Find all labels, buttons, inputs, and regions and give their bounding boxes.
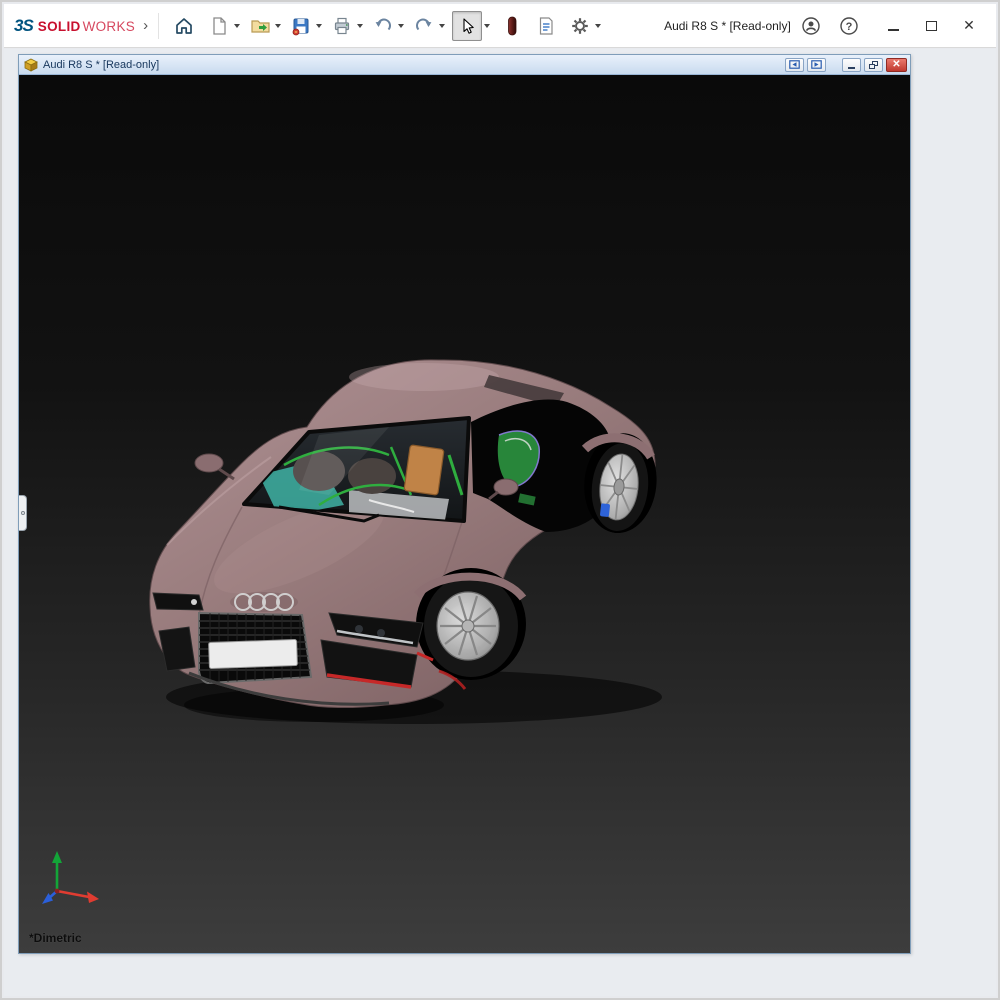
svg-text:?: ?	[846, 21, 853, 33]
doc-close-button[interactable]: ✕	[886, 58, 907, 72]
redo-icon	[414, 16, 434, 36]
doc-restore-icon	[869, 61, 878, 69]
open-folder-icon	[250, 16, 271, 36]
maximize-button[interactable]	[920, 15, 942, 37]
print-icon	[332, 16, 352, 36]
document-properties-icon	[536, 16, 556, 36]
undo-icon	[373, 16, 393, 36]
save-icon	[291, 16, 311, 36]
undo-dropdown-icon[interactable]	[398, 24, 404, 28]
mdi-client-area: Audi R8 S * [Read-only]	[4, 49, 996, 996]
user-account-icon	[801, 16, 821, 36]
options-dropdown-icon[interactable]	[595, 24, 601, 28]
redo-button[interactable]	[411, 13, 437, 39]
save-dropdown-icon[interactable]	[316, 24, 322, 28]
menu-expand-arrow[interactable]: ›	[143, 17, 148, 34]
open-dropdown-icon[interactable]	[275, 24, 281, 28]
collapse-tab-icon	[21, 511, 25, 515]
panel-collapse-tab[interactable]	[19, 495, 27, 531]
capsule-tool-button[interactable]	[499, 13, 525, 39]
minimize-button[interactable]	[882, 15, 904, 37]
document-window: Audi R8 S * [Read-only]	[18, 54, 911, 954]
home-icon	[174, 16, 194, 36]
redo-dropdown-icon[interactable]	[439, 24, 445, 28]
pane-previous-icon	[789, 60, 800, 69]
part-document-icon	[24, 58, 38, 72]
print-button[interactable]	[329, 13, 355, 39]
undo-button[interactable]	[370, 13, 396, 39]
options-gear-icon	[570, 16, 590, 36]
solidworks-logo: 3S SOLIDWORKS	[14, 16, 135, 36]
doc-minimize-button[interactable]	[842, 58, 861, 72]
doc-close-icon: ✕	[892, 59, 900, 70]
pane-next-icon	[811, 60, 822, 69]
window-controls: ? ✕	[800, 15, 980, 37]
help-icon: ?	[839, 16, 859, 36]
home-button[interactable]	[171, 13, 197, 39]
document-titlebar[interactable]: Audi R8 S * [Read-only]	[19, 55, 910, 75]
triad-y-arrow	[52, 851, 62, 863]
brand-works-text: WORKS	[83, 19, 136, 34]
pane-previous-button[interactable]	[785, 58, 804, 72]
maximize-icon	[926, 21, 937, 31]
triad-origin	[55, 889, 60, 894]
new-document-button[interactable]	[206, 13, 232, 39]
close-button[interactable]: ✕	[958, 15, 980, 37]
viewport-3d[interactable]: *Dimetric	[19, 75, 910, 953]
options-button[interactable]	[567, 13, 593, 39]
triad-x-arrow	[87, 892, 99, 904]
user-account-button[interactable]	[800, 15, 822, 37]
new-document-dropdown-icon[interactable]	[234, 24, 240, 28]
document-window-controls: ✕	[785, 58, 907, 72]
select-cursor-icon	[458, 17, 476, 35]
dassault-3ds-logo-icon: 3S	[14, 16, 33, 36]
orientation-triad[interactable]	[35, 843, 115, 919]
main-toolbar: 3S SOLIDWORKS ›	[4, 4, 996, 48]
brand-solid-text: SOLID	[38, 19, 81, 34]
select-tool-button[interactable]	[452, 11, 482, 41]
triad-x-axis[interactable]	[57, 891, 89, 897]
view-orientation-label: *Dimetric	[29, 931, 82, 945]
capsule-icon	[502, 15, 522, 37]
toolbar-separator	[158, 13, 159, 39]
doc-minimize-icon	[848, 67, 855, 69]
select-dropdown-icon[interactable]	[484, 24, 490, 28]
help-button[interactable]: ?	[838, 15, 860, 37]
document-properties-button[interactable]	[533, 13, 559, 39]
pane-next-button[interactable]	[807, 58, 826, 72]
window-title: Audi R8 S * [Read-only]	[664, 19, 791, 33]
new-document-icon	[209, 16, 229, 36]
print-dropdown-icon[interactable]	[357, 24, 363, 28]
doc-restore-button[interactable]	[864, 58, 883, 72]
document-title: Audi R8 S * [Read-only]	[43, 59, 159, 71]
solidworks-window: 3S SOLIDWORKS ›	[0, 0, 1000, 1000]
open-button[interactable]	[247, 13, 273, 39]
minimize-icon	[888, 29, 899, 31]
close-icon: ✕	[963, 17, 975, 34]
save-button[interactable]	[288, 13, 314, 39]
car-model	[19, 75, 910, 953]
